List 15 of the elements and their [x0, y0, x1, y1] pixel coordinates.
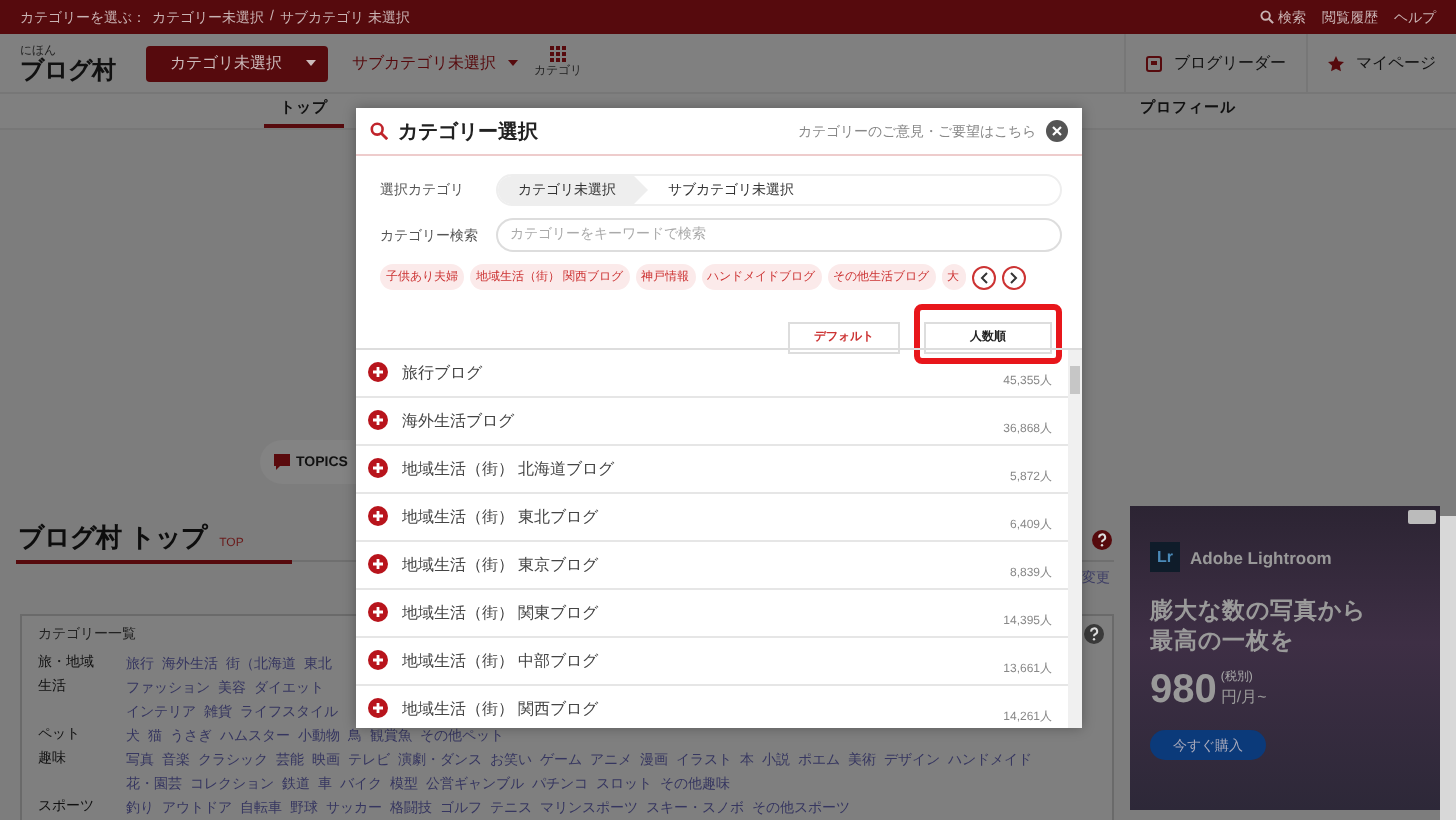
- ad-brand: Adobe Lightroom: [1190, 547, 1332, 567]
- ad-price: 980: [1150, 668, 1217, 714]
- dialog-title: カテゴリー選択: [398, 119, 538, 145]
- category-name: 地域生活（街） 東北ブログ: [402, 506, 599, 528]
- ad-headline: 膨大な数の写真から: [1150, 596, 1368, 626]
- category-name: 地域生活（街） 東京ブログ: [402, 554, 599, 576]
- ad-price-unit: 円/月~: [1220, 686, 1267, 708]
- ad-headline: 最高の一枚を: [1150, 626, 1296, 656]
- category-name: 地域生活（街） 関西ブログ: [402, 698, 599, 720]
- category-name: 旅行ブログ: [402, 362, 482, 384]
- category-name: 地域生活（街） 中部ブログ: [402, 650, 599, 672]
- category-name: 地域生活（街） 北海道ブログ: [402, 458, 615, 480]
- category-name: 地域生活（街） 関東ブログ: [402, 602, 599, 624]
- category-name: 海外生活ブログ: [402, 410, 514, 432]
- ad-brand-mark: Lr: [1150, 542, 1180, 572]
